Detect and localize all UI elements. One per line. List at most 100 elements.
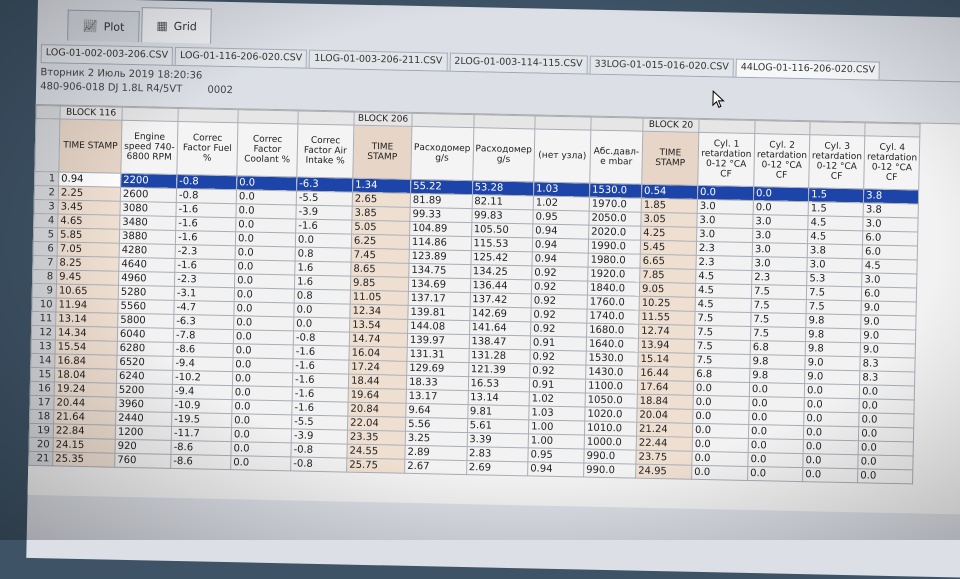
grid-cell[interactable]: 3.8 xyxy=(863,188,919,204)
grid-cell[interactable]: 7.45 xyxy=(351,248,410,264)
grid-cell[interactable]: 1.00 xyxy=(528,419,585,436)
grid-cell[interactable]: 0.0 xyxy=(235,231,296,247)
grid-cell[interactable]: 9.05 xyxy=(639,282,696,298)
row-number[interactable]: 12 xyxy=(31,325,56,340)
grid-cell[interactable]: 11.55 xyxy=(638,310,696,326)
grid-cell[interactable]: 0.0 xyxy=(747,466,803,482)
grid-cell[interactable]: 0.0 xyxy=(233,343,294,359)
grid-cell[interactable]: -1.6 xyxy=(292,344,350,361)
grid-cell[interactable]: -3.1 xyxy=(174,286,235,302)
grid-cell[interactable]: 9.0 xyxy=(860,328,917,344)
grid-cell[interactable]: 0.0 xyxy=(859,398,915,414)
grid-cell[interactable]: 55.22 xyxy=(410,179,473,195)
grid-cell[interactable]: 1.03 xyxy=(528,405,586,422)
grid-cell[interactable]: 3.0 xyxy=(696,213,754,229)
row-number[interactable]: 10 xyxy=(31,297,57,312)
grid-cell[interactable]: 0.0 xyxy=(693,381,750,397)
grid-cell[interactable]: 7.5 xyxy=(694,325,751,341)
row-number[interactable]: 20 xyxy=(29,437,54,452)
grid-cell[interactable]: -0.8 xyxy=(176,188,237,204)
grid-cell[interactable]: 0.0 xyxy=(691,451,749,467)
grid-cell[interactable]: 11.05 xyxy=(350,290,409,306)
grid-cell[interactable]: 0.0 xyxy=(748,438,804,454)
grid-cell[interactable]: 13.94 xyxy=(638,338,695,354)
grid-cell[interactable]: -4.7 xyxy=(173,300,235,316)
grid-cell[interactable]: -9.4 xyxy=(172,356,234,372)
grid-cell[interactable]: 0.92 xyxy=(530,321,587,338)
grid-cell[interactable]: 7.5 xyxy=(751,298,807,314)
grid-cell[interactable]: -3.9 xyxy=(291,428,348,445)
grid-cell[interactable]: 105.50 xyxy=(471,222,533,238)
row-number[interactable]: 4 xyxy=(33,213,58,228)
grid-cell[interactable]: 4.5 xyxy=(695,269,752,285)
grid-cell[interactable]: -3.9 xyxy=(295,204,353,221)
grid-cell[interactable]: 0.0 xyxy=(293,302,351,319)
grid-cell[interactable]: 3.0 xyxy=(752,214,809,230)
grid-cell[interactable]: 10.65 xyxy=(56,283,119,300)
grid-cell[interactable]: 16.04 xyxy=(348,346,408,362)
grid-cell[interactable]: 0.92 xyxy=(531,279,588,296)
grid-cell[interactable]: 14.74 xyxy=(349,332,408,348)
grid-cell[interactable]: 1.5 xyxy=(808,201,864,217)
row-number[interactable]: 16 xyxy=(30,381,55,396)
grid-cell[interactable]: -8.6 xyxy=(173,342,234,358)
file-tab[interactable]: 2LOG-01-003-114-115.CSV xyxy=(449,52,588,74)
row-number[interactable]: 7 xyxy=(32,255,58,270)
grid-cell[interactable]: -8.6 xyxy=(170,454,231,470)
grid-cell[interactable]: 7.5 xyxy=(693,353,751,369)
grid-cell[interactable]: -0.8 xyxy=(290,442,348,459)
row-number[interactable]: 17 xyxy=(29,395,55,410)
grid-cell[interactable]: 25.75 xyxy=(346,458,405,474)
grid-cell[interactable]: 129.69 xyxy=(406,361,469,377)
grid-cell[interactable]: 17.24 xyxy=(348,360,407,376)
data-grid[interactable]: BLOCK 116 BLOCK 206 BLOCK 20 TIME STAMP Eng… xyxy=(27,103,960,515)
grid-cell[interactable]: 4.5 xyxy=(695,297,752,313)
grid-cell[interactable]: -9.4 xyxy=(172,384,233,400)
grid-cell[interactable]: 3.0 xyxy=(752,242,808,258)
row-number[interactable]: 15 xyxy=(30,367,55,382)
grid-cell[interactable]: 1200 xyxy=(115,425,172,441)
grid-cell[interactable]: 12.74 xyxy=(638,324,695,340)
grid-cell[interactable]: 104.89 xyxy=(409,221,472,237)
row-number[interactable]: 8 xyxy=(32,269,57,284)
grid-cell[interactable]: 6.65 xyxy=(639,254,697,270)
grid-cell[interactable]: 134.75 xyxy=(408,263,471,279)
grid-cell[interactable]: 0.0 xyxy=(231,399,293,415)
grid-cell[interactable]: 16.53 xyxy=(467,376,530,392)
grid-cell[interactable]: 0.0 xyxy=(748,424,804,440)
grid-cell[interactable]: 131.31 xyxy=(406,347,469,363)
grid-cell[interactable]: 4.5 xyxy=(807,215,864,231)
file-tab[interactable]: 33LOG-01-015-016-020.CSV xyxy=(589,55,734,77)
grid-cell[interactable]: 144.08 xyxy=(407,319,470,335)
grid-cell[interactable]: 5.61 xyxy=(466,418,529,434)
grid-cell[interactable]: 0.0 xyxy=(802,453,859,469)
grid-cell[interactable]: 4640 xyxy=(118,257,176,273)
grid-cell[interactable]: 19.64 xyxy=(348,388,407,404)
grid-cell[interactable]: 8.65 xyxy=(350,262,410,278)
grid-cell[interactable]: 0.0 xyxy=(803,439,859,455)
grid-cell[interactable]: 2.69 xyxy=(466,460,528,476)
column-header[interactable]: Correc Factor Coolant % xyxy=(236,122,298,177)
grid-cell[interactable]: 2050.0 xyxy=(588,211,642,227)
grid-cell[interactable]: 1980.0 xyxy=(587,253,641,269)
grid-cell[interactable]: 21.64 xyxy=(53,409,116,426)
grid-cell[interactable]: 2.83 xyxy=(466,446,529,462)
grid-cell[interactable]: 0.0 xyxy=(232,371,293,387)
grid-cell[interactable]: 9.64 xyxy=(405,403,468,419)
grid-cell[interactable]: 0.0 xyxy=(753,200,809,216)
grid-cell[interactable]: 99.33 xyxy=(409,207,472,223)
grid-cell[interactable]: 5.3 xyxy=(806,271,863,287)
grid-cell[interactable]: 1990.0 xyxy=(588,239,641,255)
grid-cell[interactable]: 139.81 xyxy=(407,305,470,321)
grid-cell[interactable]: 1920.0 xyxy=(587,267,640,283)
grid-cell[interactable]: 131.28 xyxy=(468,348,531,364)
grid-cell[interactable]: 0.92 xyxy=(529,349,587,366)
grid-cell[interactable]: 1020.0 xyxy=(584,407,638,423)
column-header[interactable]: Расходомер g/s xyxy=(410,126,474,181)
grid-cell[interactable]: 0.95 xyxy=(532,209,590,226)
grid-cell[interactable]: 3.8 xyxy=(807,243,863,259)
grid-cell[interactable]: 1530.0 xyxy=(585,351,639,367)
column-header[interactable]: Cyl. 3 retardation 0-12 °CA CF xyxy=(808,134,865,189)
grid-cell[interactable]: 81.89 xyxy=(410,193,472,209)
grid-cell[interactable]: 3960 xyxy=(115,397,173,413)
